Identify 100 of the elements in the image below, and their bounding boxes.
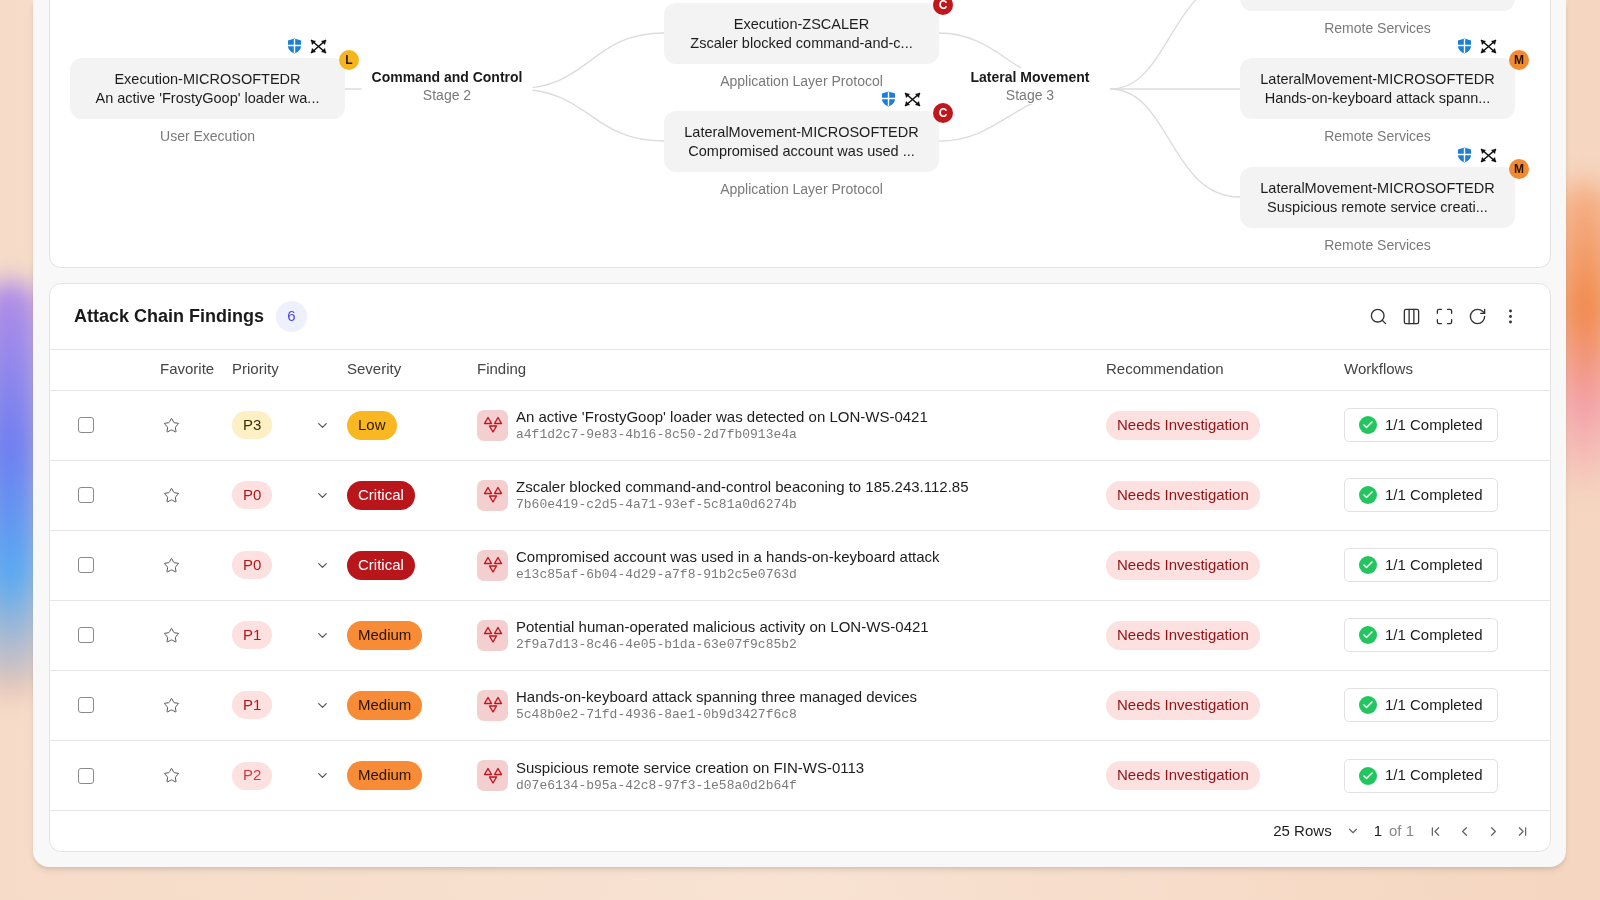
- severity-badge: Medium: [347, 620, 423, 650]
- severity-badge: C: [933, 0, 953, 15]
- technique-label: Remote Services: [1324, 19, 1431, 37]
- severity-badge: Medium: [347, 691, 423, 720]
- severity-badge: M: [1509, 159, 1529, 179]
- finding-id: e13c85af-6b04-4d29-a7f8-91b2c5e0763d: [516, 566, 798, 584]
- recommendation-badge: Needs Investigation: [1106, 620, 1260, 650]
- column-header[interactable]: Recommendation: [1106, 360, 1224, 378]
- finding-id: 5c48b0e2-71fd-4936-8ae1-0b9d3427f6c8: [516, 706, 798, 724]
- columns-icon[interactable]: [1402, 306, 1421, 326]
- stage-title: Command and Control: [371, 68, 523, 86]
- recommendation-badge: Needs Investigation: [1106, 480, 1260, 510]
- node-card[interactable]: Execution-MICROSOFTEDR An active 'FrostyGoop' loader wa...: [70, 58, 345, 119]
- severity-badge: M: [1509, 50, 1529, 70]
- favorite-star-icon[interactable]: [163, 767, 180, 785]
- node-summary: Suspicious remote service creati...: [1267, 197, 1488, 217]
- rows-per-page[interactable]: 25 Rows: [1273, 819, 1332, 843]
- shield-icon: [287, 38, 302, 54]
- crossed-arrows-icon: [904, 91, 921, 107]
- severity-badge: Critical: [347, 480, 415, 510]
- row-checkbox[interactable]: [78, 767, 94, 784]
- hazard-icon: [477, 760, 508, 792]
- workflow-status-button[interactable]: 1/1 Completed: [1344, 408, 1498, 443]
- node-title: Execution-MICROSOFTEDR: [114, 69, 301, 89]
- hazard-icon: [477, 409, 508, 441]
- finding-title[interactable]: Potential human-operated malicious activity on LON-WS-0421: [516, 617, 929, 637]
- panel-title: Attack Chain Findings: [74, 304, 264, 328]
- severity-badge: C: [933, 103, 953, 123]
- stage-subtitle: Stage 2: [422, 86, 472, 104]
- technique-label: Application Layer Protocol: [720, 72, 883, 90]
- favorite-star-icon[interactable]: [163, 626, 180, 644]
- hazard-icon: [477, 479, 508, 511]
- node-title: LateralMovement-MICROSOFTEDR: [684, 122, 919, 142]
- shield-icon: [1457, 38, 1472, 54]
- workflow-status-button[interactable]: 1/1 Completed: [1344, 758, 1498, 793]
- finding-title[interactable]: Compromised account was used in a hands-on-keyboard attack: [516, 547, 940, 567]
- fullscreen-icon[interactable]: [1435, 306, 1454, 326]
- finding-title[interactable]: Hands-on-keyboard attack spanning three managed devices: [516, 687, 918, 707]
- workflow-status-button[interactable]: 1/1 Completed: [1344, 618, 1498, 653]
- technique-label: Remote Services: [1324, 236, 1431, 254]
- finding-title[interactable]: An active 'FrostyGoop' loader was detected on LON-WS-0421: [516, 407, 928, 427]
- finding-id: 7b60e419-c2d5-4a71-93ef-5c81a0d6274b: [516, 496, 798, 514]
- node-card[interactable]: Execution-ZSCALER Zscaler blocked command-and-c...: [664, 3, 939, 64]
- node-summary: Compromised account was used ...: [688, 141, 915, 161]
- severity-badge: Medium: [347, 761, 423, 791]
- severity-badge: L: [339, 50, 359, 70]
- stage-title: Lateral Movement: [970, 68, 1090, 86]
- hazard-icon: [477, 690, 508, 721]
- technique-label: Application Layer Protocol: [720, 180, 883, 198]
- priority-badge: P2: [232, 761, 273, 790]
- priority-badge: P1: [232, 621, 273, 650]
- workflow-status-button[interactable]: 1/1 Completed: [1344, 478, 1498, 513]
- node-summary: An active 'FrostyGoop' loader wa...: [95, 88, 320, 108]
- finding-title[interactable]: Zscaler blocked command-and-control beaconing to 185.243.112.85: [516, 477, 969, 497]
- favorite-star-icon[interactable]: [163, 416, 180, 434]
- node-title: Execution-ZSCALER: [733, 14, 870, 34]
- recommendation-badge: Needs Investigation: [1106, 691, 1260, 720]
- favorite-star-icon[interactable]: [163, 486, 180, 504]
- node-card[interactable]: LateralMovement-MICROSOFTEDR Compromised account was used ...: [664, 111, 939, 172]
- favorite-star-icon[interactable]: [163, 556, 180, 574]
- severity-badge: Low: [347, 410, 397, 440]
- recommendation-badge: Needs Investigation: [1106, 550, 1260, 580]
- finding-title[interactable]: Suspicious remote service creation on FIN-WS-0113: [516, 757, 865, 777]
- node-card[interactable]: LateralMovement-MICROSOFTEDR Hands-on-keyboard attack spann...: [1240, 58, 1515, 119]
- severity-badge: Critical: [347, 550, 415, 580]
- row-checkbox[interactable]: [78, 487, 94, 504]
- page-total: of 1: [1388, 820, 1414, 841]
- column-header[interactable]: Priority: [232, 360, 279, 378]
- count-badge: 6: [276, 300, 307, 332]
- node-title: LateralMovement-MICROSOFTEDR: [1260, 69, 1495, 89]
- row-checkbox[interactable]: [78, 417, 94, 434]
- refresh-icon[interactable]: [1468, 306, 1487, 326]
- favorite-star-icon[interactable]: [163, 697, 180, 714]
- node-card[interactable]: LateralMovement-MICROSOFTEDR Suspicious remote service creati...: [1240, 167, 1515, 228]
- priority-badge: P0: [232, 551, 273, 580]
- hazard-icon: [477, 549, 508, 581]
- column-header[interactable]: Severity: [347, 360, 402, 378]
- search-icon[interactable]: [1369, 306, 1388, 326]
- column-header[interactable]: Finding: [477, 360, 527, 378]
- shield-icon: [881, 91, 896, 107]
- workflow-status-button[interactable]: 1/1 Completed: [1344, 548, 1498, 583]
- column-header[interactable]: Favorite: [160, 360, 215, 378]
- stage-subtitle: Stage 3: [1005, 86, 1055, 104]
- priority-badge: P1: [232, 691, 273, 720]
- recommendation-badge: Needs Investigation: [1106, 410, 1260, 440]
- workflow-status-button[interactable]: 1/1 Completed: [1344, 688, 1498, 723]
- crossed-arrows-icon: [1480, 147, 1497, 163]
- row-checkbox[interactable]: [78, 557, 94, 574]
- finding-id: d07e6134-b95a-42c8-97f3-1e58a0d2b64f: [516, 776, 798, 794]
- shield-icon: [1457, 147, 1472, 163]
- hazard-icon: [477, 619, 508, 651]
- node-title: LateralMovement-MICROSOFTEDR: [1260, 178, 1495, 198]
- row-checkbox[interactable]: [78, 697, 94, 714]
- priority-badge: P0: [232, 481, 273, 510]
- page-number: 1: [1373, 820, 1382, 841]
- column-header[interactable]: Workflows: [1344, 360, 1413, 378]
- crossed-arrows-icon: [310, 38, 327, 54]
- node-summary: Zscaler blocked command-and-c...: [690, 33, 913, 53]
- row-checkbox[interactable]: [78, 627, 94, 644]
- crossed-arrows-icon: [1480, 38, 1497, 54]
